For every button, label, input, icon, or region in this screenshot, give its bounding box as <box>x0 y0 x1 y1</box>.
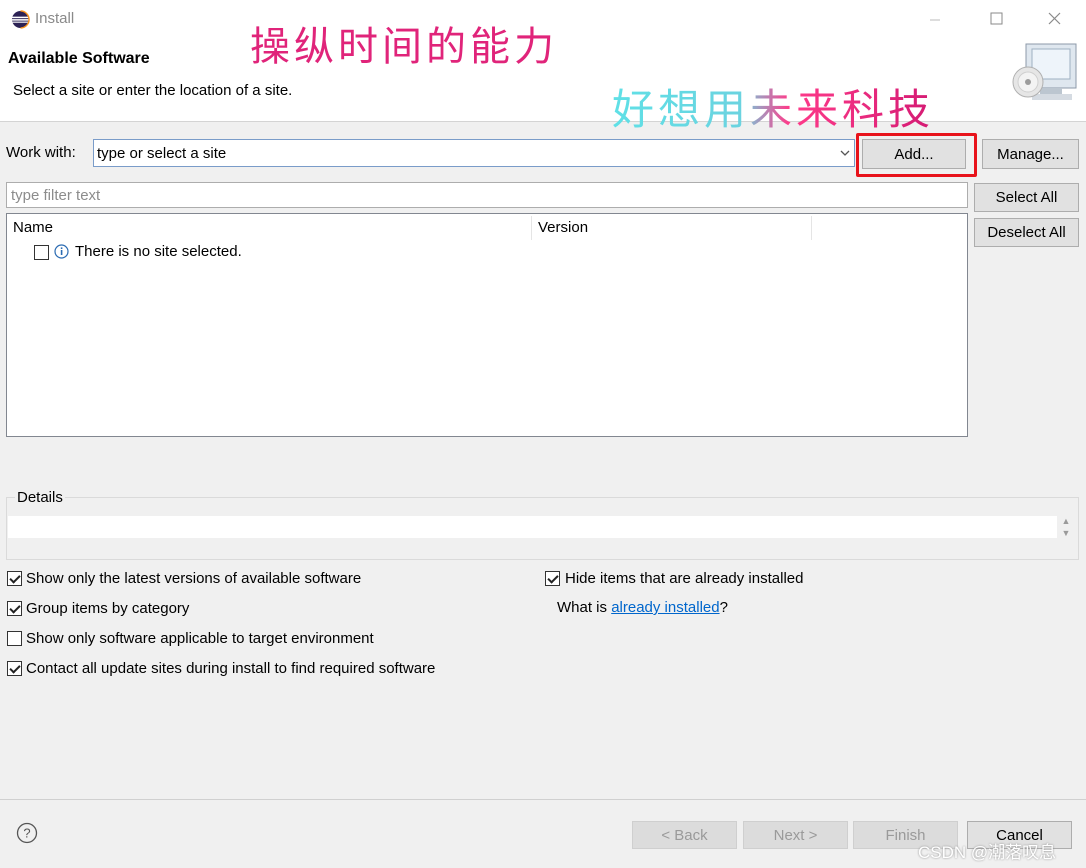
site-input[interactable] <box>97 143 827 163</box>
footer-divider <box>0 799 1086 800</box>
column-divider[interactable] <box>811 216 812 240</box>
window-title: Install <box>35 10 75 27</box>
scroll-up-icon[interactable]: ▲ <box>1058 516 1074 526</box>
column-header-version[interactable]: Version <box>538 219 588 236</box>
row-checkbox[interactable] <box>34 245 49 260</box>
filter-input[interactable] <box>11 185 961 205</box>
option-latest-versions-label[interactable]: Show only the latest versions of availab… <box>26 570 361 587</box>
eclipse-icon <box>11 10 30 29</box>
option-group-category-checkbox[interactable] <box>7 601 22 616</box>
back-button[interactable]: < Back <box>632 821 737 849</box>
maximize-button[interactable] <box>973 6 1019 34</box>
column-header-name[interactable]: Name <box>13 219 53 236</box>
install-banner-icon <box>1012 43 1077 100</box>
page-title: Available Software <box>8 50 150 67</box>
what-is-suffix: ? <box>719 599 728 616</box>
already-installed-link[interactable]: already installed <box>611 599 719 616</box>
option-contact-sites-checkbox[interactable] <box>7 661 22 676</box>
manage-sites-button[interactable]: Manage... <box>982 139 1079 169</box>
work-with-label: Work with: <box>6 144 76 161</box>
info-icon <box>54 244 69 259</box>
what-is-installed-text: What is already installed? <box>557 599 728 616</box>
minimize-button[interactable] <box>912 6 958 34</box>
option-contact-sites-label[interactable]: Contact all update sites during install … <box>26 660 435 677</box>
help-icon[interactable]: ? <box>16 822 38 844</box>
select-all-button[interactable]: Select All <box>974 183 1079 212</box>
annotation-overlay-red: 操纵时间的能力 <box>250 24 558 70</box>
options-right: Hide items that are already installed <box>545 570 945 600</box>
option-hide-installed-label[interactable]: Hide items that are already installed <box>565 570 803 587</box>
what-is-prefix: What is <box>557 599 612 616</box>
options-left: Show only the latest versions of availab… <box>7 570 527 690</box>
details-label: Details <box>15 489 65 506</box>
table-row-text[interactable]: There is no site selected. <box>75 243 242 260</box>
site-combo[interactable] <box>93 139 855 167</box>
details-scrollbar[interactable]: ▲ ▼ <box>1058 516 1074 540</box>
option-hide-installed-checkbox[interactable] <box>545 571 560 586</box>
minimize-icon <box>930 19 940 21</box>
close-button[interactable] <box>1032 6 1078 34</box>
filter-box[interactable] <box>6 182 968 208</box>
annotation-overlay-gradient: 好想用未来科技 <box>612 76 934 137</box>
details-text <box>8 516 1057 538</box>
deselect-all-button[interactable]: Deselect All <box>974 218 1079 247</box>
maximize-icon <box>990 12 1003 25</box>
option-target-env-label[interactable]: Show only software applicable to target … <box>26 630 374 647</box>
close-icon <box>1048 12 1061 25</box>
svg-text:?: ? <box>23 826 30 841</box>
chevron-down-icon[interactable] <box>838 146 852 160</box>
column-divider[interactable] <box>531 216 532 240</box>
next-button[interactable]: Next > <box>743 821 848 849</box>
software-table[interactable]: Name Version There is no site selected. <box>6 213 968 437</box>
page-subtitle: Select a site or enter the location of a… <box>13 82 293 99</box>
option-group-category-label[interactable]: Group items by category <box>26 600 189 617</box>
highlight-box <box>856 133 977 177</box>
option-latest-versions-checkbox[interactable] <box>7 571 22 586</box>
scroll-down-icon[interactable]: ▼ <box>1058 528 1074 538</box>
option-target-env-checkbox[interactable] <box>7 631 22 646</box>
watermark: CSDN @潮落叹息 <box>918 843 1057 862</box>
